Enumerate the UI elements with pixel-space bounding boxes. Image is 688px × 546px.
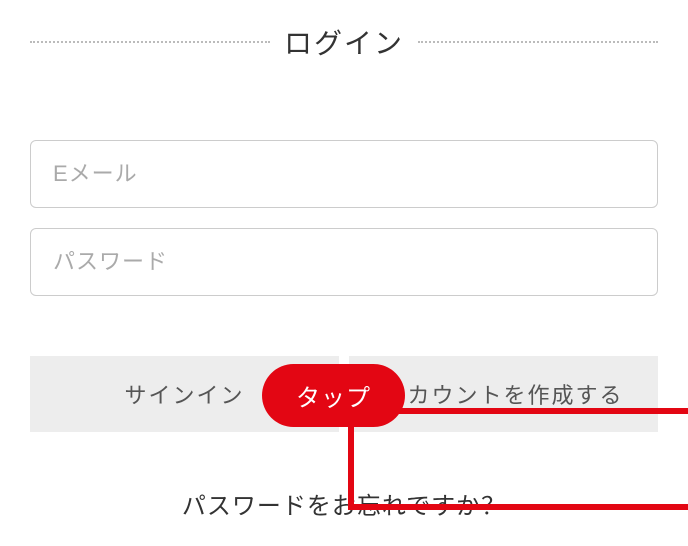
divider-right bbox=[418, 41, 658, 43]
button-row: サインイン アカウントを作成する bbox=[30, 356, 658, 432]
signin-button[interactable]: サインイン bbox=[30, 356, 339, 432]
create-account-button[interactable]: アカウントを作成する bbox=[349, 356, 658, 432]
page-title: ログイン bbox=[284, 22, 404, 62]
forgot-password-link[interactable]: パスワードをお忘れですか？ bbox=[30, 486, 658, 521]
login-form: サインイン アカウントを作成する タップ パスワードをお忘れですか？ bbox=[30, 80, 658, 521]
title-row: ログイン bbox=[30, 0, 658, 80]
email-field[interactable] bbox=[30, 140, 658, 208]
divider-left bbox=[30, 41, 270, 43]
password-field[interactable] bbox=[30, 228, 658, 296]
